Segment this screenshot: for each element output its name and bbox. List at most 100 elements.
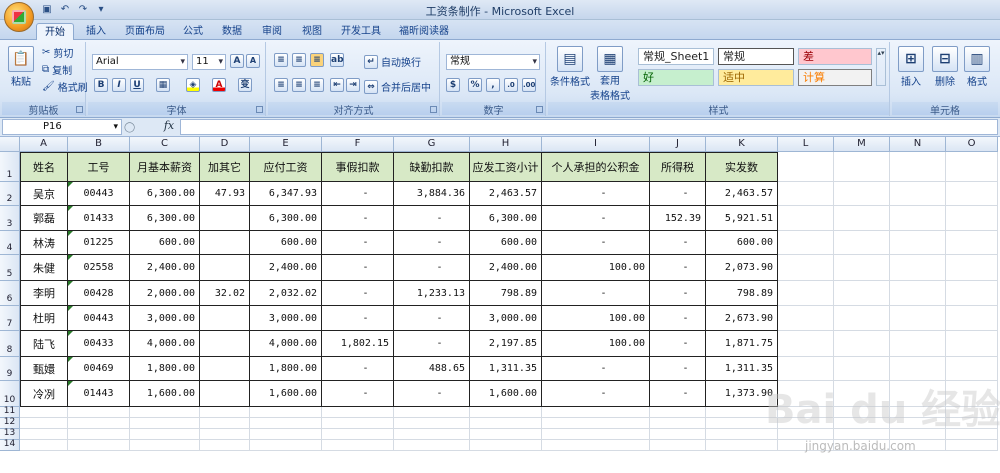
row-header-14[interactable]: 14 — [0, 439, 20, 451]
empty-cell[interactable] — [470, 418, 542, 429]
empty-cell[interactable] — [706, 440, 778, 451]
empty-cell[interactable] — [68, 429, 130, 440]
empty-cell[interactable] — [650, 407, 706, 418]
merge-center-button[interactable]: ⇔ 合并后居中 — [364, 79, 431, 94]
empty-cell[interactable] — [890, 381, 946, 407]
empty-cell[interactable] — [542, 429, 650, 440]
table-cell[interactable]: 00469 — [68, 357, 130, 381]
table-cell[interactable]: - — [542, 281, 650, 306]
empty-cell[interactable] — [68, 418, 130, 429]
empty-cell[interactable] — [946, 231, 998, 255]
table-cell[interactable]: - — [542, 357, 650, 381]
empty-cell[interactable] — [778, 255, 834, 281]
empty-cell[interactable] — [470, 440, 542, 451]
empty-cell[interactable] — [778, 231, 834, 255]
row-header-7[interactable]: 7 — [0, 306, 20, 331]
empty-cell[interactable] — [778, 407, 834, 418]
column-header-c[interactable]: C — [130, 137, 200, 152]
row-header-3[interactable]: 3 — [0, 206, 20, 231]
header-cell[interactable]: 应发工资小计 — [470, 152, 542, 182]
empty-cell[interactable] — [890, 331, 946, 357]
empty-cell[interactable] — [778, 306, 834, 331]
empty-cell[interactable] — [890, 357, 946, 381]
empty-cell[interactable] — [890, 281, 946, 306]
row-header-1[interactable]: 1 — [0, 152, 20, 182]
table-cell[interactable]: 1,802.15 — [322, 331, 394, 357]
empty-cell[interactable] — [542, 440, 650, 451]
table-cell[interactable] — [200, 331, 250, 357]
table-cell[interactable]: 2,463.57 — [470, 182, 542, 206]
table-cell[interactable]: 1,373.90 — [706, 381, 778, 407]
empty-cell[interactable] — [946, 407, 998, 418]
column-header-i[interactable]: I — [542, 137, 650, 152]
orientation-icon[interactable]: ab — [330, 53, 344, 67]
phonetic-button[interactable]: 变 — [238, 78, 252, 92]
formula-bar-expander-icon[interactable]: ◯ — [124, 122, 136, 133]
empty-cell[interactable] — [890, 429, 946, 440]
empty-cell[interactable] — [890, 306, 946, 331]
empty-cell[interactable] — [946, 152, 998, 182]
number-format-select[interactable]: 常规 — [446, 54, 540, 70]
empty-cell[interactable] — [946, 206, 998, 231]
table-cell[interactable]: 2,073.90 — [706, 255, 778, 281]
table-cell[interactable]: 600.00 — [706, 231, 778, 255]
table-cell[interactable]: 5,921.51 — [706, 206, 778, 231]
tab-page-layout[interactable]: 页面布局 — [118, 23, 172, 40]
align-center-icon[interactable]: ≡ — [292, 78, 306, 92]
empty-cell[interactable] — [890, 418, 946, 429]
tab-home[interactable]: 开始 — [36, 23, 74, 40]
empty-cell[interactable] — [200, 407, 250, 418]
empty-cell[interactable] — [834, 182, 890, 206]
style-calculation[interactable]: 计算 — [798, 69, 872, 86]
empty-cell[interactable] — [946, 331, 998, 357]
table-cell[interactable]: - — [322, 381, 394, 407]
empty-cell[interactable] — [946, 182, 998, 206]
table-cell[interactable]: - — [542, 231, 650, 255]
decrease-indent-icon[interactable]: ⇤ — [330, 78, 344, 92]
row-header-2[interactable]: 2 — [0, 182, 20, 206]
table-cell[interactable]: 3,884.36 — [394, 182, 470, 206]
table-cell[interactable]: 6,300.00 — [470, 206, 542, 231]
empty-cell[interactable] — [834, 231, 890, 255]
bold-button[interactable]: B — [94, 78, 108, 92]
table-cell[interactable]: 6,300.00 — [130, 206, 200, 231]
empty-cell[interactable] — [946, 255, 998, 281]
table-cell[interactable] — [200, 206, 250, 231]
empty-cell[interactable] — [834, 440, 890, 451]
decrease-decimal-icon[interactable]: .00 — [522, 78, 536, 92]
italic-button[interactable]: I — [112, 78, 126, 92]
font-name-select[interactable]: Arial — [92, 54, 188, 70]
table-cell[interactable]: 600.00 — [250, 231, 322, 255]
table-cell[interactable]: - — [542, 182, 650, 206]
table-cell[interactable]: 798.89 — [706, 281, 778, 306]
table-cell[interactable] — [200, 357, 250, 381]
header-cell[interactable]: 工号 — [68, 152, 130, 182]
borders-icon[interactable]: ▦ — [156, 78, 170, 92]
empty-cell[interactable] — [778, 206, 834, 231]
table-cell[interactable]: 1,600.00 — [470, 381, 542, 407]
empty-cell[interactable] — [394, 429, 470, 440]
empty-cell[interactable] — [200, 418, 250, 429]
style-good[interactable]: 好 — [638, 69, 714, 86]
empty-cell[interactable] — [200, 440, 250, 451]
empty-cell[interactable] — [250, 429, 322, 440]
table-cell[interactable]: 2,463.57 — [706, 182, 778, 206]
empty-cell[interactable] — [650, 440, 706, 451]
empty-cell[interactable] — [250, 418, 322, 429]
empty-cell[interactable] — [394, 407, 470, 418]
empty-cell[interactable] — [890, 206, 946, 231]
empty-cell[interactable] — [834, 418, 890, 429]
table-cell[interactable]: 02558 — [68, 255, 130, 281]
column-header-o[interactable]: O — [946, 137, 998, 152]
styles-scroll-icon[interactable]: ▴▾ — [876, 48, 886, 86]
empty-cell[interactable] — [890, 231, 946, 255]
increase-indent-icon[interactable]: ⇥ — [346, 78, 360, 92]
clipboard-launcher-icon[interactable] — [76, 106, 83, 113]
empty-cell[interactable] — [394, 418, 470, 429]
table-cell[interactable]: 6,347.93 — [250, 182, 322, 206]
table-cell[interactable]: 2,400.00 — [130, 255, 200, 281]
empty-cell[interactable] — [650, 429, 706, 440]
empty-cell[interactable] — [250, 407, 322, 418]
table-cell[interactable]: - — [322, 182, 394, 206]
table-cell[interactable]: - — [650, 331, 706, 357]
